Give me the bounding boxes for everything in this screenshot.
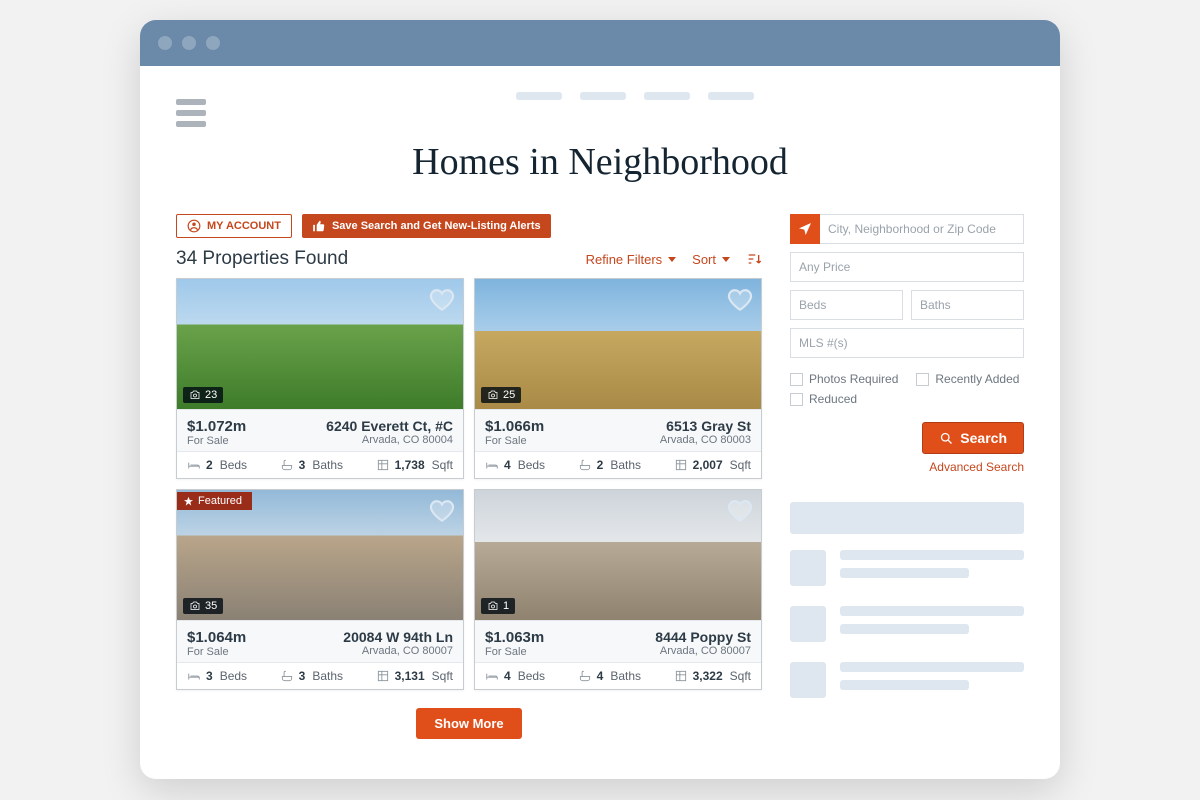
photo-count: 25 <box>503 389 515 401</box>
favorite-button[interactable] <box>727 498 753 527</box>
listing-card[interactable]: 23 $1.072m For Sale 6240 Everett Ct, #C … <box>176 278 464 479</box>
sort-button[interactable]: Sort <box>692 252 730 267</box>
refine-filters-button[interactable]: Refine Filters <box>586 252 677 267</box>
beds-select[interactable] <box>790 290 903 320</box>
my-account-label: MY ACCOUNT <box>207 220 281 232</box>
featured-badge: Featured <box>177 492 252 510</box>
window-control-dot <box>182 36 196 50</box>
listing-photo[interactable]: 1 <box>475 490 761 620</box>
search-button-label: Search <box>960 430 1007 446</box>
sort-icon <box>746 251 762 267</box>
listing-city: Arvada, CO 80007 <box>343 645 453 657</box>
my-account-button[interactable]: MY ACCOUNT <box>176 214 292 238</box>
listing-status: For Sale <box>187 435 246 447</box>
listing-sqft: 2,007Sqft <box>674 458 751 472</box>
listing-beds: 4Beds <box>485 458 545 472</box>
listing-city: Arvada, CO 80004 <box>326 434 453 446</box>
chevron-down-icon <box>722 257 730 262</box>
sort-direction-toggle[interactable] <box>746 251 762 267</box>
reduced-label: Reduced <box>809 392 857 406</box>
listing-price: $1.072m <box>187 418 246 435</box>
page-title: Homes in Neighborhood <box>176 140 1024 184</box>
photo-count-badge: 1 <box>481 598 515 614</box>
photo-count-badge: 25 <box>481 387 521 403</box>
photo-count-badge: 35 <box>183 598 223 614</box>
window-control-dot <box>158 36 172 50</box>
listing-beds: 4Beds <box>485 669 545 683</box>
favorite-button[interactable] <box>429 287 455 316</box>
photo-count: 35 <box>205 600 217 612</box>
advanced-search-link[interactable]: Advanced Search <box>929 460 1024 474</box>
results-count: 34 Properties Found <box>176 248 348 270</box>
refine-filters-label: Refine Filters <box>586 252 663 267</box>
favorite-button[interactable] <box>727 287 753 316</box>
listing-card[interactable]: 25 $1.066m For Sale 6513 Gray St Arvada,… <box>474 278 762 479</box>
listing-address: 8444 Poppy St <box>655 629 751 645</box>
chevron-down-icon <box>668 257 676 262</box>
window-control-dot <box>206 36 220 50</box>
listing-card[interactable]: Featured 35 $1.064m For Sale 20084 W 94t… <box>176 489 464 690</box>
listing-sqft: 1,738Sqft <box>376 458 453 472</box>
listing-baths: 3Baths <box>280 669 343 683</box>
locate-icon[interactable] <box>790 214 820 244</box>
listing-price: $1.063m <box>485 629 544 646</box>
sidebar-skeleton <box>790 502 1024 698</box>
listing-address: 6513 Gray St <box>660 418 751 434</box>
listing-address: 20084 W 94th Ln <box>343 629 453 645</box>
listing-price: $1.066m <box>485 418 544 435</box>
mls-input[interactable] <box>790 328 1024 358</box>
mock-browser-window: Homes in Neighborhood MY ACCOUNT Save Se… <box>140 20 1060 779</box>
listing-city: Arvada, CO 80007 <box>655 645 751 657</box>
recently-added-checkbox[interactable]: Recently Added <box>916 372 1019 386</box>
listing-photo[interactable]: 25 <box>475 279 761 409</box>
menu-hamburger-icon[interactable] <box>176 94 206 132</box>
search-button[interactable]: Search <box>922 422 1024 454</box>
photo-count: 23 <box>205 389 217 401</box>
photos-required-label: Photos Required <box>809 372 898 386</box>
user-icon <box>187 219 201 233</box>
save-search-label: Save Search and Get New-Listing Alerts <box>332 220 541 232</box>
show-more-button[interactable]: Show More <box>416 708 521 739</box>
photos-required-checkbox[interactable]: Photos Required <box>790 372 898 386</box>
listing-status: For Sale <box>485 435 544 447</box>
search-icon <box>939 431 954 446</box>
search-location-input[interactable] <box>820 214 1024 244</box>
window-title-bar <box>140 20 1060 66</box>
baths-select[interactable] <box>911 290 1024 320</box>
listing-sqft: 3,131Sqft <box>376 669 453 683</box>
listing-beds: 2Beds <box>187 458 247 472</box>
listing-city: Arvada, CO 80003 <box>660 434 751 446</box>
listing-card[interactable]: 1 $1.063m For Sale 8444 Poppy St Arvada,… <box>474 489 762 690</box>
listing-baths: 3Baths <box>280 458 343 472</box>
thumbs-up-icon <box>312 219 326 233</box>
photo-count: 1 <box>503 600 509 612</box>
listing-photo[interactable]: 23 <box>177 279 463 409</box>
listing-photo[interactable]: Featured 35 <box>177 490 463 620</box>
listing-status: For Sale <box>187 646 246 658</box>
listing-address: 6240 Everett Ct, #C <box>326 418 453 434</box>
featured-label: Featured <box>198 495 242 507</box>
sort-label: Sort <box>692 252 716 267</box>
listing-baths: 4Baths <box>578 669 641 683</box>
photo-count-badge: 23 <box>183 387 223 403</box>
price-select[interactable] <box>790 252 1024 282</box>
recently-added-label: Recently Added <box>935 372 1019 386</box>
listing-sqft: 3,322Sqft <box>674 669 751 683</box>
listing-beds: 3Beds <box>187 669 247 683</box>
nav-placeholder <box>516 88 754 100</box>
save-search-button[interactable]: Save Search and Get New-Listing Alerts <box>302 214 551 238</box>
listing-status: For Sale <box>485 646 544 658</box>
listing-price: $1.064m <box>187 629 246 646</box>
reduced-checkbox[interactable]: Reduced <box>790 392 857 406</box>
favorite-button[interactable] <box>429 498 455 527</box>
listing-baths: 2Baths <box>578 458 641 472</box>
